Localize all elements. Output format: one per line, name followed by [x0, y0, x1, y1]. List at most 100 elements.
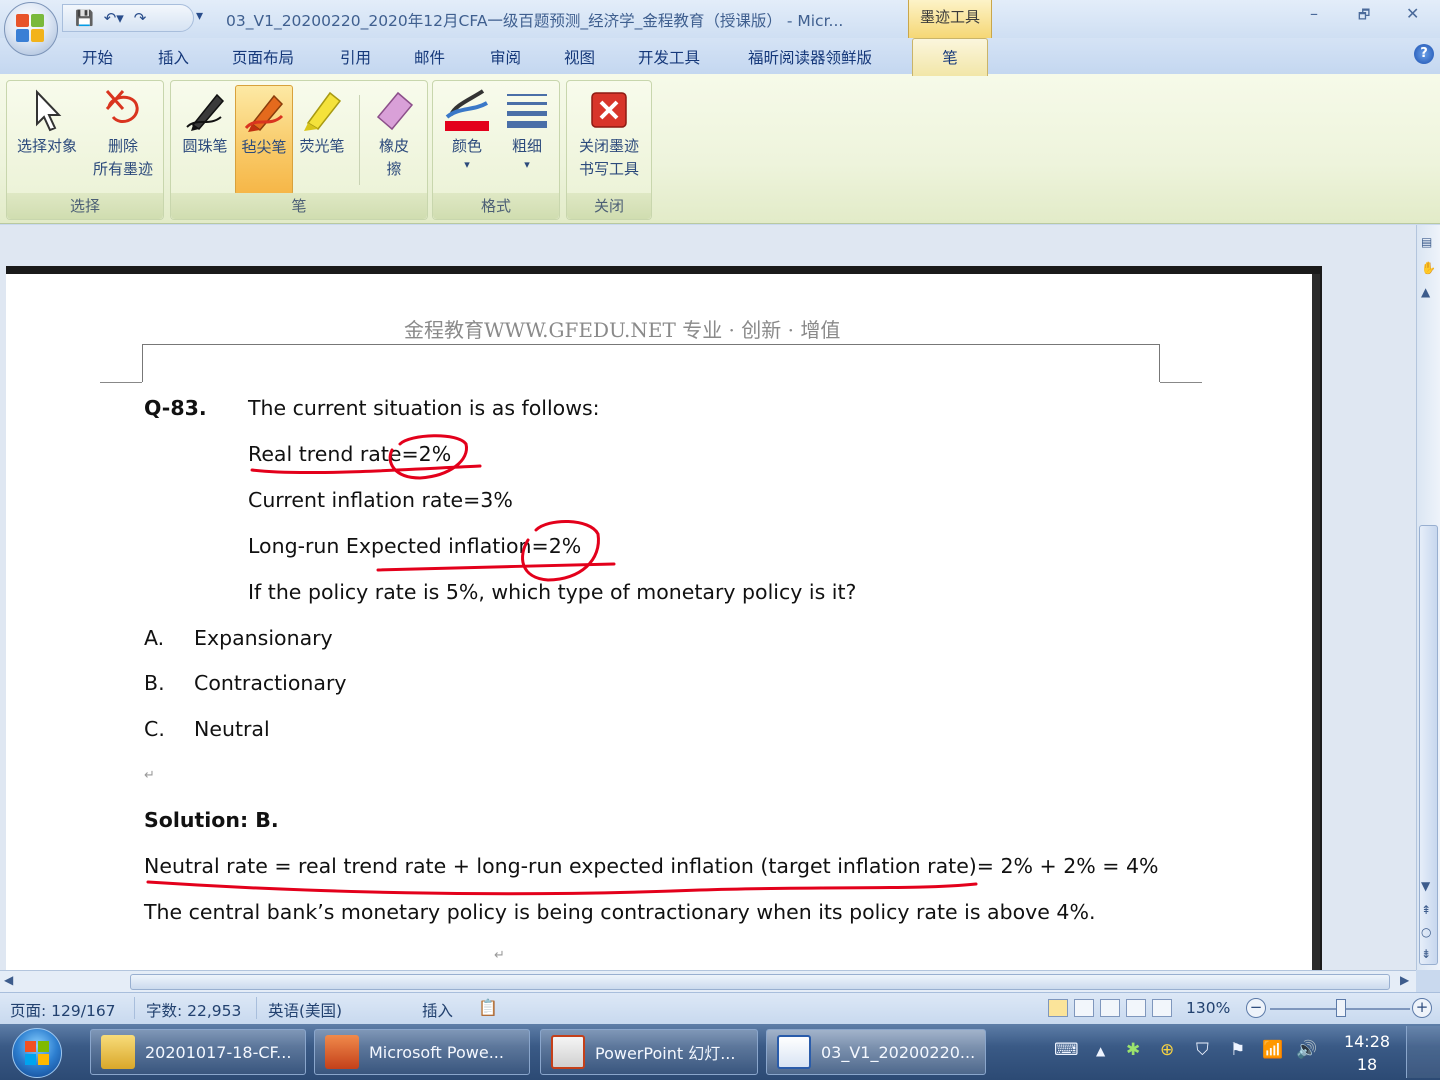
taskbar-item-word[interactable]: 03_V1_20200220...	[766, 1029, 986, 1075]
redo-icon[interactable]: ↷	[134, 9, 147, 27]
scroll-left-icon[interactable]: ◀	[4, 973, 13, 987]
outline-view-icon[interactable]	[1126, 999, 1146, 1017]
zoom-slider-handle[interactable]	[1336, 999, 1346, 1017]
close-ink-tools-button[interactable]: 关闭墨迹 书写工具	[571, 85, 647, 181]
network-monitor-icon[interactable]: ✱	[1126, 1040, 1140, 1060]
eraser-icon	[376, 91, 414, 131]
system-clock[interactable]: 14:28 18	[1336, 1030, 1398, 1076]
vertical-scrollbar[interactable]: ▤ ✋ ▲ ▼ ⇞ ○ ⇟	[1416, 225, 1440, 970]
tab-page-layout[interactable]: 页面布局	[232, 46, 294, 68]
full-screen-reading-icon[interactable]	[1074, 999, 1094, 1017]
help-icon[interactable]: ?	[1414, 44, 1434, 64]
tab-mailings[interactable]: 邮件	[414, 46, 445, 68]
pen-group-separator	[359, 95, 360, 185]
select-object-button[interactable]: 选择对象	[9, 85, 85, 158]
save-icon[interactable]: 💾	[75, 9, 94, 27]
zoom-level[interactable]: 130%	[1186, 999, 1230, 1017]
volume-icon[interactable]: 🔊	[1296, 1040, 1317, 1060]
ribbon: 选择对象 删除 所有墨迹 选择 圆珠笔 毡尖笔 荧光笔 橡皮 擦 笔 颜色 ▾ …	[0, 74, 1440, 224]
eraser-button[interactable]: 橡皮 擦	[365, 85, 423, 181]
ballpoint-pen-button[interactable]: 圆珠笔	[175, 85, 235, 158]
previous-page-icon[interactable]: ⇞	[1421, 903, 1431, 917]
ink-color-button[interactable]: 颜色 ▾	[437, 85, 497, 172]
line-weight-icon	[507, 94, 547, 128]
web-layout-icon[interactable]	[1100, 999, 1120, 1017]
option-a-text: Expansionary	[194, 626, 333, 650]
group-select: 选择对象 删除 所有墨迹 选择	[6, 80, 164, 220]
horizontal-scroll-thumb[interactable]	[130, 974, 1390, 990]
scroll-right-icon[interactable]: ▶	[1400, 973, 1409, 987]
highlighter-button[interactable]: 荧光笔	[293, 85, 351, 158]
action-center-flag-icon[interactable]: ⚑	[1230, 1040, 1245, 1060]
tab-developer[interactable]: 开发工具	[638, 46, 700, 68]
taskbar-item-slideshow[interactable]: PowerPoint 幻灯...	[540, 1029, 758, 1075]
option-c-text: Neutral	[194, 717, 270, 741]
security-icon[interactable]: ⛉	[1196, 1040, 1209, 1060]
restore-button[interactable]: 🗗	[1358, 6, 1370, 28]
office-logo-icon	[16, 14, 46, 44]
taskbar-item-folder-label: 20201017-18-CF...	[145, 1042, 292, 1062]
group-format: 颜色 ▾ 粗细 ▾ 格式	[432, 80, 560, 220]
draft-view-icon[interactable]	[1152, 999, 1172, 1017]
office-button[interactable]	[4, 2, 58, 56]
keyboard-icon[interactable]: ⌨	[1054, 1040, 1079, 1060]
question-line-4: Long-run Expected inflation=2%	[248, 534, 582, 558]
question-id: Q-83.	[144, 396, 207, 420]
tab-home[interactable]: 开始	[82, 46, 113, 68]
start-button[interactable]	[12, 1028, 62, 1078]
tab-insert[interactable]: 插入	[158, 46, 189, 68]
eraser-label-1: 橡皮	[378, 137, 409, 155]
print-layout-view-icon[interactable]	[1048, 999, 1068, 1017]
horizontal-scrollbar[interactable]: ◀ ▶	[0, 970, 1416, 992]
tab-pens[interactable]: 笔	[912, 38, 988, 76]
taskbar-item-folder[interactable]: 20201017-18-CF...	[90, 1029, 306, 1075]
eraser-label-2: 擦	[386, 160, 402, 178]
insert-mode[interactable]: 插入	[422, 999, 453, 1021]
tab-review[interactable]: 审阅	[490, 46, 521, 68]
minimize-button[interactable]: –	[1310, 4, 1318, 23]
close-ink-tools-label-1: 关闭墨迹	[578, 137, 639, 155]
page-header: 金程教育WWW.GFEDU.NET 专业 · 创新 · 增值	[404, 318, 841, 342]
scroll-down-icon[interactable]: ▼	[1421, 879, 1430, 893]
option-a-letter: A.	[144, 626, 165, 650]
delete-all-ink-button[interactable]: 删除 所有墨迹	[85, 85, 161, 181]
zoom-in-button[interactable]: +	[1412, 998, 1432, 1018]
windows-logo-icon	[25, 1041, 49, 1065]
page-edge	[1312, 274, 1320, 974]
delete-all-ink-label-1: 删除	[107, 137, 138, 155]
folder-icon	[101, 1035, 135, 1069]
header-rule	[142, 344, 1160, 345]
ruler-toggle-icon[interactable]: ▤	[1421, 235, 1432, 249]
close-button[interactable]: ✕	[1406, 4, 1419, 23]
hand-icon[interactable]: ✋	[1421, 261, 1436, 275]
ink-weight-button[interactable]: 粗细 ▾	[497, 85, 557, 172]
network-icon[interactable]: 📶	[1262, 1040, 1283, 1060]
zoom-out-button[interactable]: −	[1246, 998, 1266, 1018]
ink-color-icon	[445, 89, 489, 131]
group-close: 关闭墨迹 书写工具 关闭	[566, 80, 652, 220]
undo-icon[interactable]: ↶▾	[104, 9, 124, 27]
plus-app-icon[interactable]: ⊕	[1160, 1040, 1174, 1060]
word-count[interactable]: 字数: 22,953	[146, 999, 241, 1021]
language-indicator[interactable]: 英语(美国)	[268, 999, 342, 1021]
show-desktop-button[interactable]	[1406, 1026, 1440, 1078]
tab-foxit-reader[interactable]: 福昕阅读器领鲜版	[748, 46, 872, 68]
status-separator	[134, 997, 135, 1019]
page-count[interactable]: 页面: 129/167	[10, 999, 116, 1021]
taskbar-item-powerpoint[interactable]: Microsoft Powe...	[314, 1029, 530, 1075]
taskbar-item-slideshow-label: PowerPoint 幻灯...	[595, 1044, 736, 1063]
tab-view[interactable]: 视图	[564, 46, 595, 68]
vertical-scroll-thumb[interactable]	[1419, 525, 1438, 965]
show-hidden-icons[interactable]: ▲	[1096, 1044, 1105, 1058]
macro-record-icon[interactable]: 📋	[478, 998, 498, 1017]
next-page-icon[interactable]: ⇟	[1421, 947, 1431, 961]
ink-weight-label: 粗细	[511, 137, 542, 155]
tab-references[interactable]: 引用	[340, 46, 371, 68]
browse-object-icon[interactable]: ○	[1421, 925, 1431, 939]
customize-qat-button[interactable]: ▾	[196, 8, 203, 24]
ink-color-label: 颜色	[451, 137, 482, 155]
felt-tip-pen-button[interactable]: 毡尖笔	[235, 85, 293, 195]
scroll-up-icon[interactable]: ▲	[1421, 285, 1430, 299]
clock-time: 14:28	[1343, 1032, 1391, 1051]
clock-date: 18	[1356, 1055, 1378, 1074]
